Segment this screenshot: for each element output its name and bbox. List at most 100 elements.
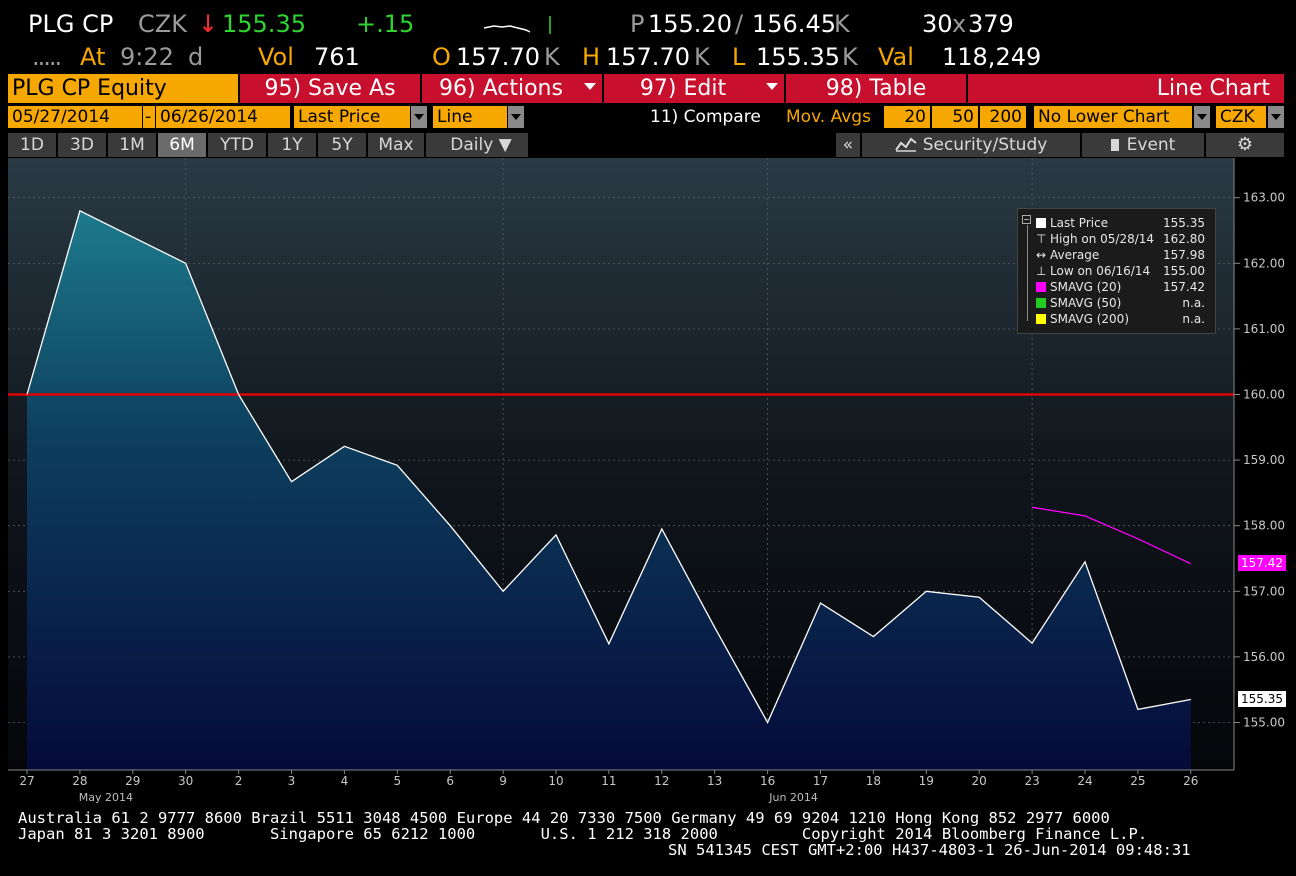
- legend-row[interactable]: ⊤ High on 05/28/14 162.80: [1036, 231, 1211, 247]
- footer-session-line: SN 541345 CEST GMT+2:00 H437-4803-1 26-J…: [668, 841, 1191, 859]
- period-max-button[interactable]: Max: [368, 133, 426, 157]
- ticker: PLG CP: [28, 10, 114, 38]
- down-arrow-icon: ↓: [198, 10, 219, 38]
- bid-size: 30: [922, 10, 953, 38]
- x-tick-label: 20: [972, 774, 987, 788]
- period-1y-button[interactable]: 1Y: [268, 133, 318, 157]
- period-ytd-button[interactable]: YTD: [208, 133, 268, 157]
- y-tick-label: 156.00: [1243, 650, 1285, 664]
- x-tick-label: 26: [1183, 774, 1198, 788]
- x-tick-label: 29: [125, 774, 140, 788]
- currency-select[interactable]: CZK: [1216, 106, 1266, 128]
- legend-value: n.a.: [1182, 312, 1205, 326]
- x-tick-label: 13: [707, 774, 722, 788]
- lower-chart-select[interactable]: No Lower Chart: [1034, 106, 1192, 128]
- x-tick-label: 24: [1077, 774, 1092, 788]
- ma3-field[interactable]: 200: [980, 106, 1026, 128]
- ask-suffix: K: [834, 10, 850, 38]
- legend-row[interactable]: SMAVG (20) 157.42: [1036, 279, 1211, 295]
- x-tick-label: 28: [72, 774, 87, 788]
- legend-label: Low on 06/16/14: [1050, 264, 1151, 278]
- traded-value: 118,249: [942, 43, 1042, 71]
- legend-value: 157.98: [1163, 248, 1205, 262]
- time: 9:22: [120, 43, 174, 71]
- chevron-down-icon: [414, 114, 424, 120]
- footer-contacts-line1: Australia 61 2 9777 8600 Brazil 5511 304…: [18, 809, 1110, 827]
- x-tick-label: 18: [866, 774, 881, 788]
- legend-label: SMAVG (20): [1050, 280, 1122, 294]
- chevron-down-icon: [584, 83, 596, 90]
- chevron-down-icon: [1271, 114, 1281, 120]
- price-field-select[interactable]: Last Price: [294, 106, 410, 128]
- chart-style-dropdown[interactable]: [508, 106, 524, 128]
- last-price: 155.35: [222, 10, 306, 38]
- legend-collapse-icon[interactable]: −: [1022, 215, 1031, 224]
- period-3d-button[interactable]: 3D: [58, 133, 108, 157]
- x-tick-label: 27: [19, 774, 34, 788]
- y-tick-label: 155.00: [1243, 716, 1285, 730]
- legend-label: Last Price: [1050, 216, 1109, 230]
- low-suffix: K: [842, 43, 858, 71]
- event-button[interactable]: Event: [1082, 133, 1206, 157]
- compare-button[interactable]: 11) Compare: [650, 106, 761, 128]
- period-1m-button[interactable]: 1M: [108, 133, 158, 157]
- footer-contacts-line2: Japan 81 3 3201 8900 Singapore 65 6212 1…: [18, 825, 1148, 843]
- legend-value: 157.42: [1163, 280, 1205, 294]
- volume: 761: [314, 43, 360, 71]
- period-5y-button[interactable]: 5Y: [318, 133, 368, 157]
- high-label: H: [582, 43, 601, 71]
- value-label: Val: [878, 43, 914, 71]
- security-field[interactable]: PLG CP Equity: [8, 74, 238, 103]
- edit-menu[interactable]: 97) Edit: [604, 74, 786, 103]
- open-price: 157.70: [456, 43, 540, 71]
- y-tick-label: 160.00: [1243, 388, 1285, 402]
- y-tick-label: 161.00: [1243, 322, 1285, 336]
- x-tick-label: 4: [341, 774, 349, 788]
- security-study-label: Security/Study: [922, 135, 1048, 155]
- chevron-down-icon: [511, 114, 521, 120]
- ma1-field[interactable]: 20: [884, 106, 930, 128]
- legend-row[interactable]: SMAVG (200) n.a.: [1036, 311, 1211, 327]
- date-range-dash: -: [143, 106, 155, 128]
- end-date-field[interactable]: 06/26/2014: [156, 106, 290, 128]
- legend-row[interactable]: SMAVG (50) n.a.: [1036, 295, 1211, 311]
- chevron-down-icon: [766, 83, 778, 90]
- time-suffix: d: [188, 43, 204, 71]
- gear-icon[interactable]: ⚙: [1206, 133, 1284, 157]
- study-chart-icon: [894, 137, 917, 152]
- frequency-select[interactable]: Daily ▼: [434, 133, 528, 157]
- y-tick-label: 163.00: [1243, 191, 1285, 205]
- period-6m-button[interactable]: 6M: [158, 133, 208, 157]
- x-tick-label: 10: [548, 774, 563, 788]
- low-label: L: [732, 43, 746, 71]
- high-price: 157.70: [606, 43, 690, 71]
- collapse-button[interactable]: «: [836, 133, 862, 157]
- currency-dropdown[interactable]: [1268, 106, 1284, 128]
- open-suffix: K: [544, 43, 560, 71]
- table-button[interactable]: 98) Table: [786, 74, 968, 103]
- period-1d-button[interactable]: 1D: [8, 133, 58, 157]
- start-date-field[interactable]: 05/27/2014: [8, 106, 142, 128]
- open-label: O: [432, 43, 451, 71]
- legend-row[interactable]: ⊥ Low on 06/16/14 155.00: [1036, 263, 1211, 279]
- security-study-button[interactable]: Security/Study: [862, 133, 1082, 157]
- legend-row[interactable]: Last Price 155.35: [1036, 215, 1211, 231]
- save-as-button[interactable]: 95) Save As: [240, 74, 422, 103]
- x-tick-label: 3: [288, 774, 296, 788]
- ma2-field[interactable]: 50: [932, 106, 978, 128]
- chart-legend[interactable]: − Last Price 155.35 ⊤ High on 05/28/14 162.8…: [1017, 208, 1216, 334]
- legend-label: SMAVG (50): [1050, 296, 1122, 310]
- legend-swatch: [1036, 314, 1046, 324]
- lower-chart-dropdown[interactable]: [1194, 106, 1210, 128]
- legend-row[interactable]: ↔ Average 157.98: [1036, 247, 1211, 263]
- ask-size: 379: [968, 10, 1014, 38]
- chart-style-select[interactable]: Line: [433, 106, 507, 128]
- price-field-dropdown[interactable]: [411, 106, 427, 128]
- actions-menu[interactable]: 96) Actions: [422, 74, 604, 103]
- average-icon: ↔: [1036, 248, 1047, 262]
- legend-swatch: [1036, 218, 1046, 228]
- x-tick-label: 25: [1130, 774, 1145, 788]
- last-price-tag: 155.35: [1238, 691, 1286, 707]
- x-month-label: Jun 2014: [768, 791, 818, 804]
- chevron-down-icon: [1197, 114, 1207, 120]
